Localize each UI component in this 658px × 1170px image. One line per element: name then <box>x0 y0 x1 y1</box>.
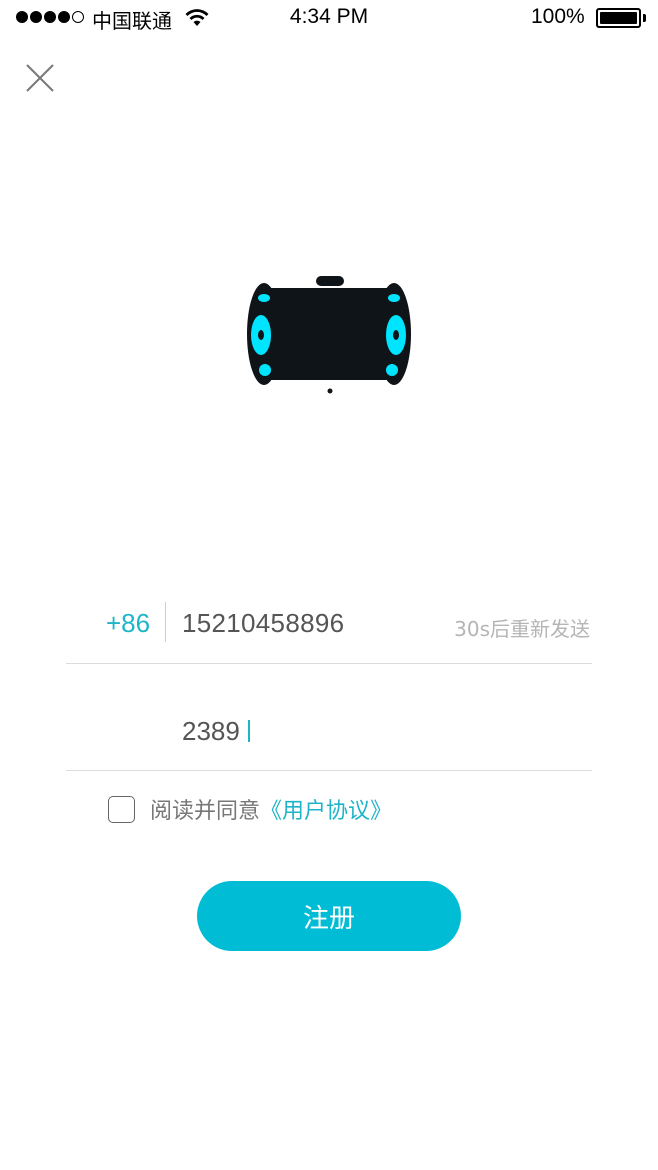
battery-percentage: 100% <box>531 5 585 28</box>
phone-input[interactable]: 15210458896 <box>182 608 344 639</box>
agreement-row: 阅读并同意 《用户协议》 <box>108 794 392 824</box>
field-divider <box>165 602 166 642</box>
code-value: 2389 <box>182 716 240 746</box>
verification-code-input[interactable]: 2389 <box>182 716 250 747</box>
battery-icon <box>596 8 641 28</box>
robot-logo-icon <box>247 276 411 394</box>
phone-row: +86 15210458896 30s后重新发送 <box>66 600 592 664</box>
agree-checkbox[interactable] <box>108 795 135 823</box>
status-bar: 中国联通 4:34 PM 100% <box>0 0 658 36</box>
code-row: 2389 <box>66 708 592 771</box>
user-agreement-link[interactable]: 《用户协议》 <box>260 793 392 825</box>
battery-tip <box>643 14 646 22</box>
country-code-selector[interactable]: +86 <box>106 608 150 639</box>
resend-code-button[interactable]: 30s后重新发送 <box>454 613 590 642</box>
close-icon <box>26 64 54 92</box>
register-button[interactable]: 注册 <box>197 881 461 951</box>
text-cursor <box>247 720 250 742</box>
agreement-label: 阅读并同意 <box>150 799 261 824</box>
close-button[interactable] <box>22 60 58 96</box>
